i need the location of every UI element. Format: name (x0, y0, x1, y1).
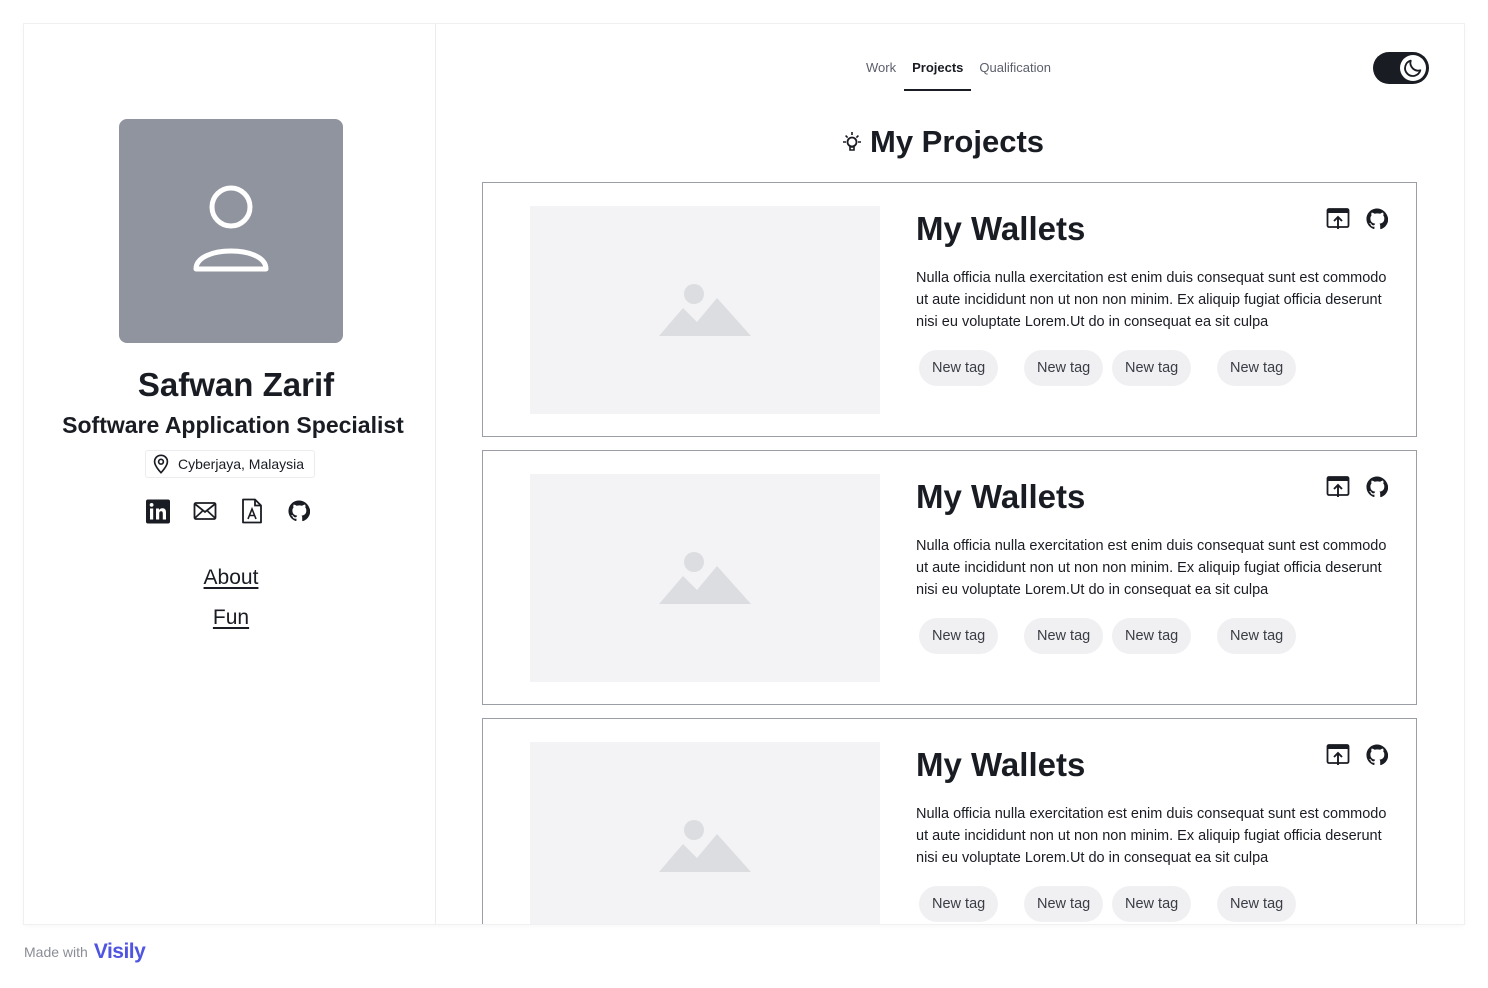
project-description: Nulla officia nulla exercitation est eni… (916, 806, 1387, 866)
project-tag[interactable]: New tag (1024, 886, 1104, 922)
tab-projects[interactable]: Projects (904, 52, 972, 91)
project-tag[interactable]: New tag (1217, 618, 1297, 654)
linkedin-link[interactable] (146, 498, 170, 524)
moon-icon (1404, 59, 1422, 77)
tab-work[interactable]: Work (858, 52, 904, 91)
email-link[interactable] (193, 498, 217, 524)
social-links (146, 498, 311, 524)
project-card: My Wallets Nulla officia nulla exercitat… (482, 450, 1417, 705)
github-icon (288, 500, 310, 522)
theme-toggle[interactable] (1373, 52, 1429, 84)
made-with-text: Made with (24, 944, 88, 960)
lightbulb-icon (843, 132, 861, 151)
user-icon (193, 185, 269, 272)
project-title: My Wallets (916, 746, 1086, 783)
external-upload-icon (1326, 476, 1350, 497)
resume-icon (242, 498, 262, 524)
about-link[interactable]: About (24, 558, 438, 598)
project-tag[interactable]: New tag (1217, 350, 1297, 386)
project-image-placeholder (530, 206, 880, 414)
profile-name: Safwan Zarif (137, 366, 335, 403)
project-actions (1326, 207, 1389, 231)
section-title-text: My Projects (870, 124, 1045, 159)
project-actions (1326, 475, 1389, 499)
main-content: Work Projects Qualification My Projects (436, 24, 1464, 924)
visily-logo: Visily (93, 940, 146, 963)
github-link[interactable] (287, 498, 311, 524)
linkedin-icon (146, 499, 170, 523)
resume-link[interactable] (240, 498, 264, 524)
external-upload-icon (1326, 208, 1350, 229)
location-badge: Cyberjaya, Malaysia (145, 450, 316, 478)
project-demo-link[interactable] (1326, 475, 1350, 499)
external-upload-icon (1326, 744, 1350, 765)
project-image-placeholder (530, 742, 880, 924)
project-demo-link[interactable] (1326, 207, 1350, 231)
project-actions (1326, 743, 1389, 767)
profile-sidebar: Safwan Zarif Software Application Specia… (24, 24, 436, 924)
project-title: My Wallets (916, 210, 1086, 247)
project-demo-link[interactable] (1326, 743, 1350, 767)
project-tag[interactable]: New tag (919, 886, 999, 922)
project-card: My Wallets Nulla officia nulla exercitat… (482, 182, 1417, 437)
avatar (119, 119, 343, 343)
project-github-link[interactable] (1365, 475, 1389, 499)
github-icon (1366, 476, 1388, 498)
fun-link[interactable]: Fun (24, 598, 438, 638)
project-tag[interactable]: New tag (1024, 618, 1104, 654)
toggle-knob (1400, 55, 1426, 81)
github-icon (1366, 208, 1388, 230)
location-text: Cyberjaya, Malaysia (178, 456, 305, 472)
mail-icon (193, 502, 217, 520)
sidebar-nav: About Fun (24, 558, 438, 638)
project-card: My Wallets Nulla officia nulla exercitat… (482, 718, 1417, 924)
project-title: My Wallets (916, 478, 1086, 515)
tab-qualification[interactable]: Qualification (971, 52, 1059, 91)
page-frame: Safwan Zarif Software Application Specia… (24, 24, 1464, 924)
project-tag[interactable]: New tag (1024, 350, 1104, 386)
project-tag[interactable]: New tag (919, 618, 999, 654)
project-github-link[interactable] (1365, 743, 1389, 767)
project-tag[interactable]: New tag (1112, 886, 1192, 922)
image-placeholder-icon (659, 284, 751, 336)
profile-role: Software Application Specialist (62, 412, 404, 438)
github-icon (1366, 744, 1388, 766)
section-tabs: Work Projects Qualification (858, 52, 1059, 91)
project-tag[interactable]: New tag (919, 350, 999, 386)
section-heading: My Projects (840, 124, 1044, 160)
project-tag[interactable]: New tag (1217, 886, 1297, 922)
project-image-placeholder (530, 474, 880, 682)
project-tag[interactable]: New tag (1112, 350, 1192, 386)
project-description: Nulla officia nulla exercitation est eni… (916, 270, 1387, 330)
image-placeholder-icon (659, 552, 751, 604)
made-with-footer[interactable]: Made with Visily (24, 940, 146, 964)
project-github-link[interactable] (1365, 207, 1389, 231)
project-description: Nulla officia nulla exercitation est eni… (916, 538, 1387, 598)
project-tag[interactable]: New tag (1112, 618, 1192, 654)
location-pin-icon (153, 454, 169, 474)
image-placeholder-icon (659, 820, 751, 872)
